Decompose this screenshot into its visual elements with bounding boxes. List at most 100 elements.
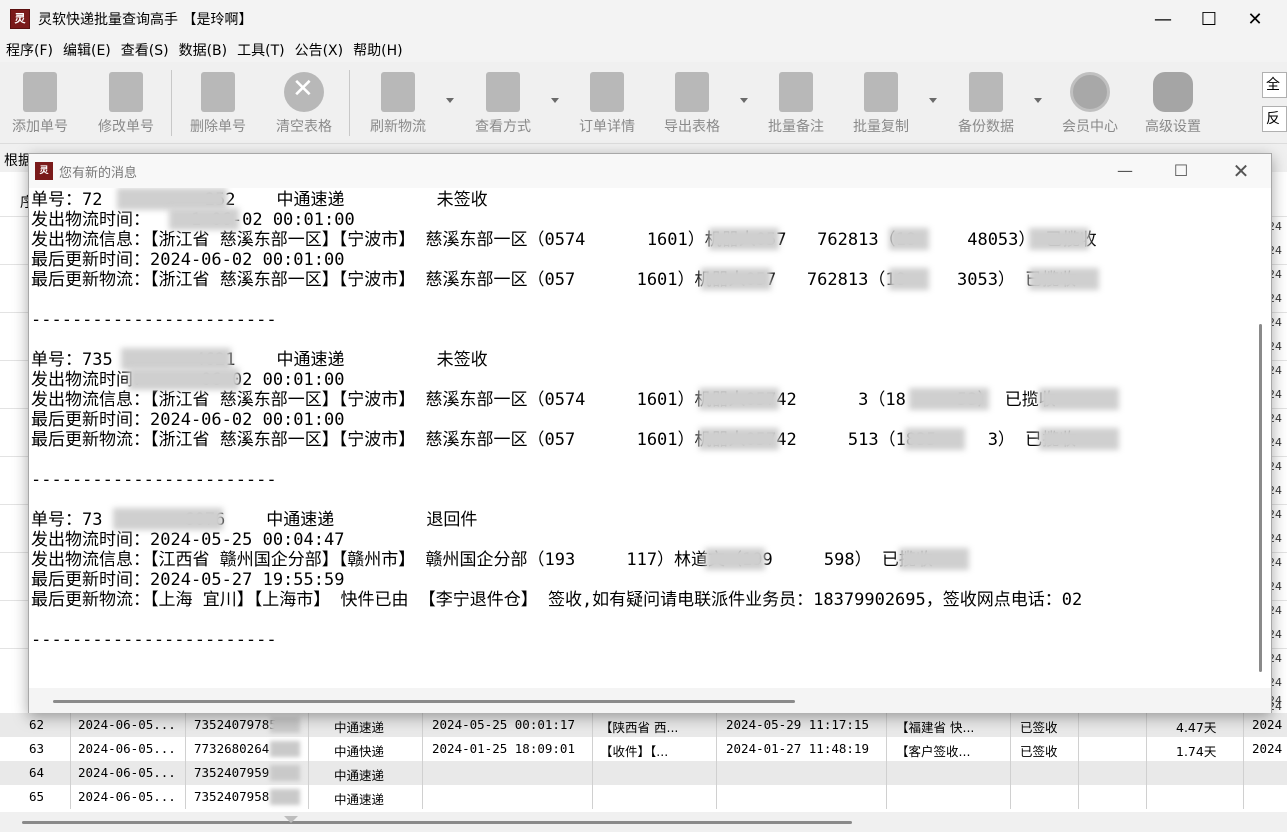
menu-view[interactable]: 查看(S): [121, 40, 169, 60]
menu-help[interactable]: 帮助(H): [353, 40, 402, 60]
table-row[interactable]: 62 2024-06-05... 73524079785 中通速递 2024-0…: [0, 713, 1287, 737]
copy-icon: [864, 72, 898, 112]
row-index: 65: [29, 789, 45, 804]
member-center-button[interactable]: 会员中心: [1050, 68, 1130, 138]
menu-notice[interactable]: 公告(X): [295, 40, 344, 60]
redacted-mask: [889, 268, 929, 290]
cell-date: 2024-06-05...: [78, 789, 176, 804]
message-text-area[interactable]: 单号：72 252 中通速递 未签收 发出物流时间： 1-06-02 00:01…: [29, 188, 1251, 688]
clear-table-button[interactable]: 清空表格: [264, 68, 344, 138]
document-icon: [381, 72, 415, 112]
edit-tracking-button[interactable]: 修改单号: [86, 68, 166, 138]
dialog-close-button[interactable]: ✕: [1221, 158, 1261, 184]
pencil-document-icon: [109, 72, 143, 112]
cell-send-info: 【陕西省 西...: [600, 720, 679, 735]
app-logo-icon: 灵: [10, 9, 30, 29]
message-line: 发出物流时间：2024-05-25 00:04:47: [31, 530, 345, 550]
dialog-maximize-button[interactable]: ☐: [1161, 158, 1201, 184]
clear-x-icon: [284, 72, 324, 112]
document-icon: [23, 72, 57, 112]
cell-date: 2024-06-05...: [78, 765, 176, 780]
message-dialog: 灵 您有新的消息 — ☐ ✕ 单号：72 252 中通速递 未签收 发出物流时间…: [28, 153, 1272, 713]
batch-copy-button[interactable]: 批量复制: [841, 68, 921, 138]
menu-edit[interactable]: 编辑(E): [63, 40, 111, 60]
redacted-mask: [889, 228, 929, 250]
menu-data[interactable]: 数据(B): [179, 40, 228, 60]
cell-status: 已签收: [1020, 720, 1058, 735]
redacted-mask: [129, 368, 239, 390]
edit-tracking-label: 修改单号: [98, 119, 154, 135]
cell-courier: 中通速递: [334, 792, 385, 807]
export-document-icon: [675, 72, 709, 112]
refresh-logistics-label: 刷新物流: [370, 119, 426, 135]
cell-send-info: 【收件】【...: [600, 744, 669, 759]
menu-bar: 程序(F) 编辑(E) 查看(S) 数据(B) 工具(T) 公告(X) 帮助(H…: [0, 38, 1287, 62]
advanced-settings-button[interactable]: 高级设置: [1133, 68, 1213, 138]
scroll-icon: [779, 72, 813, 112]
redacted-mask: [701, 268, 771, 290]
message-line: 最后更新时间：2024-05-27 19:55:59: [31, 570, 345, 590]
backup-box-icon: [969, 72, 1003, 112]
export-table-button[interactable]: 导出表格: [652, 68, 732, 138]
message-line: 发出物流信息：【浙江省 慈溪东部一区】【宁波市】 慈溪东部一区（0574 160…: [31, 390, 1056, 410]
cell-truncated: 2024: [1252, 741, 1283, 756]
redacted-mask: [169, 208, 239, 230]
cell-date: 2024-06-05...: [78, 741, 176, 756]
document-icon: [486, 72, 520, 112]
export-table-label: 导出表格: [664, 119, 720, 135]
delete-tracking-button[interactable]: 删除单号: [178, 68, 258, 138]
toolbar: 添加单号 修改单号 删除单号 清空表格 刷新物流 查看方式 订单详情 导出表格 …: [0, 62, 1287, 144]
message-line: 单号：73 6076 中通速递 退回件: [31, 510, 478, 530]
dialog-title: 您有新的消息: [59, 166, 138, 181]
delete-tracking-label: 删除单号: [190, 119, 246, 135]
menu-program[interactable]: 程序(F): [6, 40, 53, 60]
redacted-mask: [899, 548, 969, 570]
table-row[interactable]: 65 2024-06-05... 7352407958 中通速递: [0, 785, 1287, 809]
gear-icon: [1153, 72, 1193, 112]
maximize-button[interactable]: ☐: [1186, 0, 1232, 38]
message-line: 单号：735 4621 中通速递 未签收: [31, 350, 488, 370]
invert-select-button[interactable]: 反选: [1262, 106, 1287, 132]
add-tracking-label: 添加单号: [12, 119, 68, 135]
cell-send-time: 2024-05-25 00:01:17: [432, 717, 575, 732]
row-index: 63: [29, 741, 45, 756]
cell-tracking-number: 7732680264: [194, 741, 270, 756]
select-all-button[interactable]: 全选: [1262, 72, 1287, 98]
refresh-dropdown-chevron-icon[interactable]: [446, 98, 454, 103]
redacted-mask: [699, 388, 779, 410]
export-dropdown-chevron-icon[interactable]: [740, 98, 748, 103]
redacted-mask: [270, 717, 300, 733]
table-row[interactable]: 63 2024-06-05... 7732680264 中通快递 2024-01…: [0, 737, 1287, 761]
title-bar: 灵 灵软快递批量查询高手 【是玲啊】 — ☐ ✕: [0, 0, 1287, 38]
scroll-marker-icon: [284, 816, 298, 823]
cell-tracking-number: 73524079785: [194, 717, 276, 732]
close-button[interactable]: ✕: [1232, 0, 1278, 38]
scrollbar-thumb[interactable]: [22, 821, 852, 824]
cell-date: 2024-06-05...: [78, 717, 176, 732]
backup-data-button[interactable]: 备份数据: [946, 68, 1026, 138]
refresh-logistics-button[interactable]: 刷新物流: [358, 68, 438, 138]
batch-note-button[interactable]: 批量备注: [756, 68, 836, 138]
dialog-minimize-button[interactable]: —: [1105, 158, 1145, 184]
dialog-horizontal-scrollbar-thumb[interactable]: [53, 700, 795, 703]
redacted-mask: [121, 348, 231, 370]
dialog-title-bar[interactable]: 灵 您有新的消息 — ☐ ✕: [29, 154, 1271, 188]
table-row[interactable]: 64 2024-06-05... 7352407959 中通速递: [0, 761, 1287, 785]
menu-tools[interactable]: 工具(T): [237, 40, 284, 60]
redacted-mask: [699, 428, 779, 450]
cell-duration: 1.74天: [1176, 744, 1217, 759]
dialog-vertical-scrollbar-thumb[interactable]: [1259, 324, 1262, 672]
message-line: 最后更新物流：【上海 宜川】【上海市】 快件已由 【李宁退件仓】 签收,如有疑问…: [31, 590, 1083, 610]
order-detail-button[interactable]: 订单详情: [567, 68, 647, 138]
redacted-mask: [270, 741, 300, 757]
view-mode-button[interactable]: 查看方式: [463, 68, 543, 138]
clock-icon: [1070, 72, 1110, 112]
minimize-button[interactable]: —: [1140, 0, 1186, 38]
message-separator: ------------------------: [31, 630, 277, 650]
message-separator: ------------------------: [31, 470, 277, 490]
view-mode-dropdown-chevron-icon[interactable]: [551, 98, 559, 103]
backup-dropdown-chevron-icon[interactable]: [1034, 98, 1042, 103]
add-tracking-button[interactable]: 添加单号: [0, 68, 80, 138]
horizontal-scrollbar[interactable]: [0, 812, 1287, 832]
batch-copy-dropdown-chevron-icon[interactable]: [929, 98, 937, 103]
